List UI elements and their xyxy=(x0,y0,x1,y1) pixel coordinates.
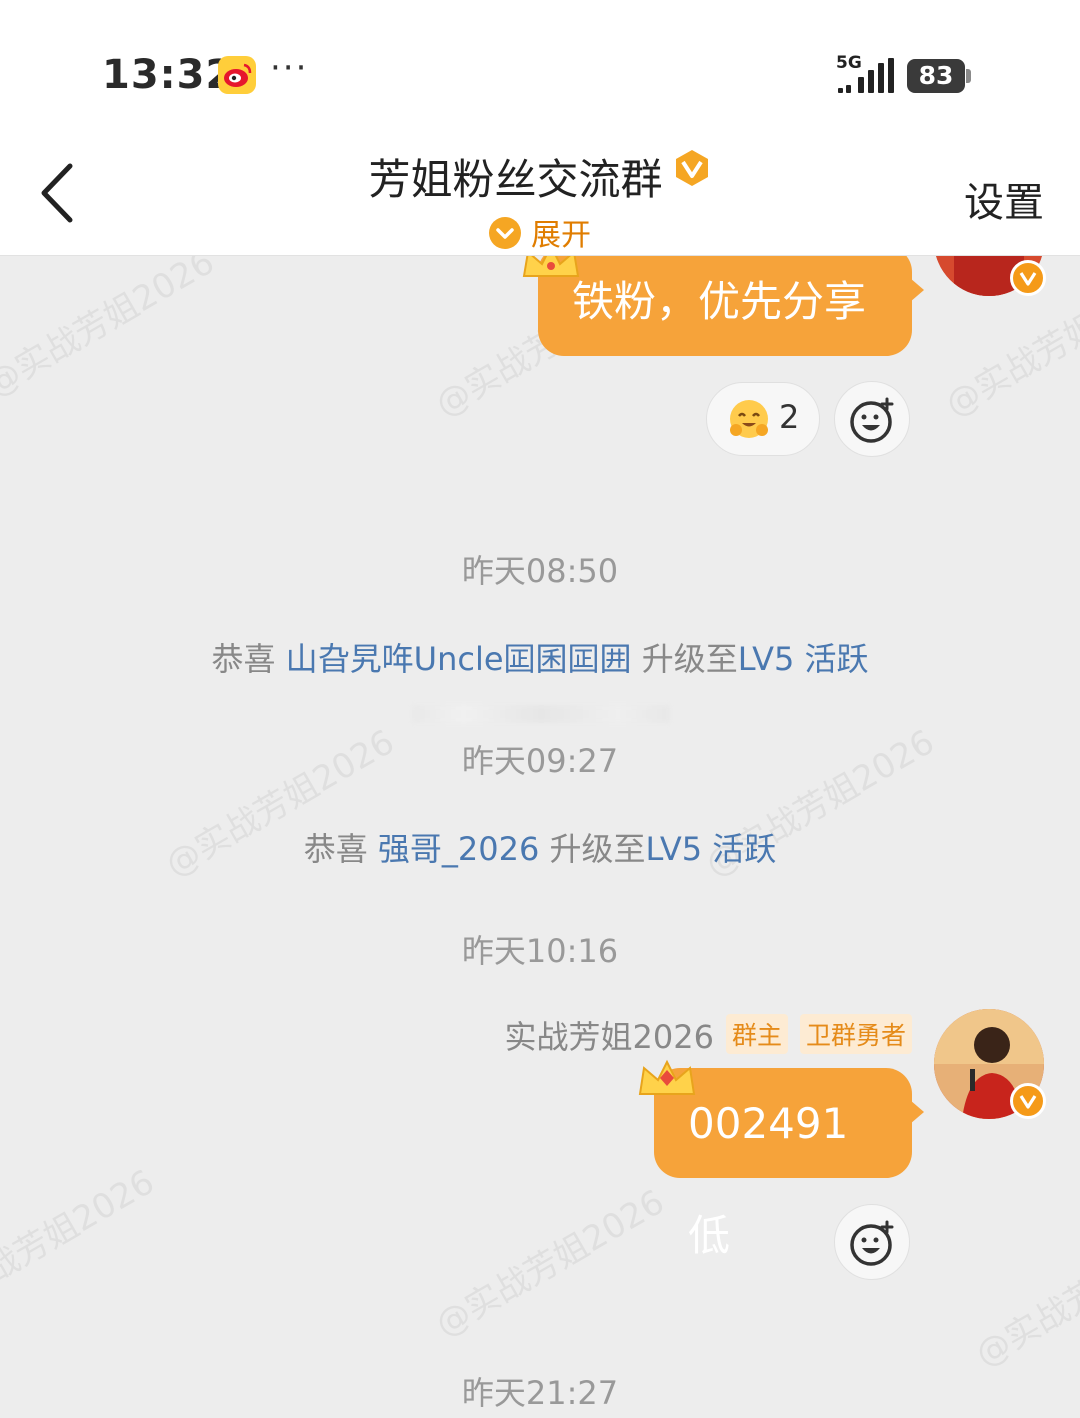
system-message: 恭喜 强哥_2026 升级至LV5 活跃 xyxy=(0,824,1080,870)
verified-v-icon xyxy=(672,148,712,192)
bubble-tail xyxy=(910,1100,924,1124)
message-text: 铁粉，优先分享 xyxy=(572,277,867,326)
add-emoji-icon xyxy=(850,397,894,443)
level-label: LV5 活跃 xyxy=(737,640,869,678)
timestamp: 昨天21:27 xyxy=(461,1374,619,1412)
crown-icon xyxy=(522,256,580,277)
chat-header: 芳姐粉丝交流群 展开 设置 xyxy=(0,140,1080,256)
user-link[interactable]: 山旮旯哖Uncle囸囷囸囲 xyxy=(286,640,632,678)
weibo-app-icon xyxy=(218,56,256,94)
timestamp: 昨天10:16 xyxy=(461,932,619,970)
timestamp: 昨天09:27 xyxy=(461,742,619,780)
title-row: 芳姐粉丝交流群 xyxy=(0,146,1080,207)
settings-button[interactable]: 设置 xyxy=(964,170,1044,228)
battery-indicator: 83 xyxy=(907,59,965,93)
add-emoji-icon xyxy=(850,1220,894,1266)
add-reaction-button[interactable] xyxy=(834,381,910,457)
chevron-down-icon xyxy=(489,217,521,249)
level-label: LV5 活跃 xyxy=(645,830,777,868)
guard-tag: 卫群勇者 xyxy=(799,1014,912,1054)
hug-emoji-icon xyxy=(730,400,768,438)
redacted-strip xyxy=(412,705,670,723)
verified-avatar-icon xyxy=(1010,260,1046,296)
system-message: 恭喜 山旮旯哖Uncle囸囷囸囲 升级至LV5 活跃 xyxy=(0,634,1080,680)
reaction-count: 2 xyxy=(779,398,800,436)
watermark: @实战芳姐2026 xyxy=(0,1162,162,1325)
message-list[interactable]: @实战芳姐2026 @实战芳姐2026 @实战芳姐2026 @实战芳姐2026 … xyxy=(0,256,1080,1418)
battery-tip xyxy=(966,69,971,83)
watermark: @实战芳姐2026 xyxy=(0,256,222,405)
status-time: 13:32 xyxy=(102,52,235,98)
expand-button[interactable]: 展开 xyxy=(0,210,1080,254)
watermark: @实战芳姐2026 xyxy=(428,1182,672,1345)
group-title: 芳姐粉丝交流群 xyxy=(368,155,663,204)
sender-row: 实战芳姐2026 群主 卫群勇者 xyxy=(0,1012,912,1058)
verified-avatar-icon xyxy=(1010,1083,1046,1119)
watermark: @实战芳姐2026 xyxy=(968,1212,1080,1375)
crown-icon xyxy=(638,1059,696,1095)
bubble-tail xyxy=(910,278,924,302)
status-more-icon: ··· xyxy=(270,48,309,88)
user-link[interactable]: 强哥_2026 xyxy=(378,830,539,868)
system-text: 恭喜 xyxy=(211,640,286,678)
reaction-pill[interactable]: 2 xyxy=(706,382,820,456)
timestamp: 昨天08:50 xyxy=(461,552,619,590)
system-text: 升级至 xyxy=(631,640,738,678)
sender-name[interactable]: 实战芳姐2026 xyxy=(505,1018,714,1056)
expand-label: 展开 xyxy=(531,218,591,253)
system-text: 恭喜 xyxy=(303,830,378,868)
status-bar: 13:32 ··· 5G 83 xyxy=(0,0,1080,140)
message-bubble[interactable]: 铁粉，优先分享 xyxy=(538,256,924,356)
system-text: 升级至 xyxy=(539,830,646,868)
owner-tag: 群主 xyxy=(725,1014,788,1054)
add-reaction-button[interactable] xyxy=(834,1204,910,1280)
signal-icon xyxy=(838,58,894,93)
message-text: 002491低 xyxy=(688,1099,849,1260)
